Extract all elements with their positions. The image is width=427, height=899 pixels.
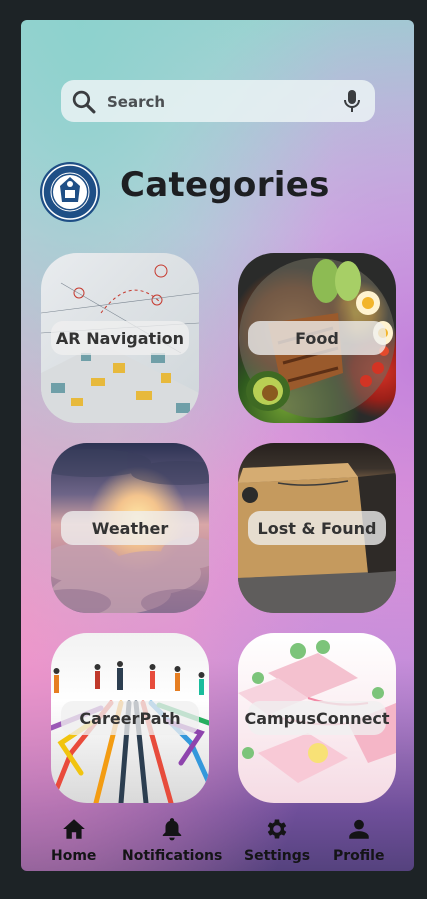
nav-item-home[interactable]: Home — [51, 816, 96, 864]
bell-icon — [162, 818, 182, 841]
nav-label-home: Home — [51, 848, 97, 864]
nav-label-notifications: Notifications — [122, 848, 223, 864]
university-logo — [40, 162, 100, 222]
home-icon — [62, 819, 85, 839]
category-label: Food — [248, 321, 386, 355]
category-card-ar-navigation[interactable]: AR Navigation — [41, 253, 199, 423]
category-card-food[interactable]: Food — [238, 253, 396, 423]
nav-label-settings: Settings — [244, 848, 311, 864]
category-label: Weather — [61, 511, 199, 545]
app-screen: Categories AR Navigation — [21, 20, 414, 871]
category-card-careerpath[interactable]: CareerPath — [51, 633, 209, 803]
university-seal-icon — [42, 164, 98, 220]
category-label: AR Navigation — [51, 321, 189, 355]
nav-label-profile: Profile — [333, 848, 385, 864]
nav-item-notifications[interactable]: Notifications — [122, 816, 222, 864]
category-label: CampusConnect — [244, 701, 390, 735]
bottom-navigation: Home Notifications Settings Profile — [21, 810, 414, 871]
gear-icon — [267, 819, 287, 839]
microphone-icon[interactable] — [343, 89, 361, 114]
nav-item-settings[interactable]: Settings — [244, 816, 310, 864]
page-title: Categories — [120, 165, 330, 205]
category-card-weather[interactable]: Weather — [51, 443, 209, 613]
search-input[interactable] — [105, 80, 334, 124]
search-bar[interactable] — [61, 80, 375, 124]
category-card-lost-found[interactable]: Lost & Found — [238, 443, 396, 613]
search-icon — [72, 90, 96, 114]
category-label: Lost & Found — [248, 511, 386, 545]
category-card-campusconnect[interactable]: CampusConnect — [238, 633, 396, 803]
person-icon — [348, 819, 369, 839]
nav-item-profile[interactable]: Profile — [333, 816, 384, 864]
category-label: CareerPath — [61, 701, 199, 735]
